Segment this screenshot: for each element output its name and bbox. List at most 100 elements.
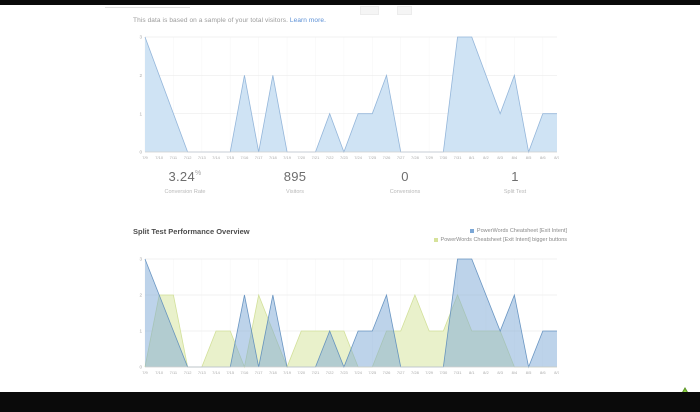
legend-label: PowerWords Cheatsheet [Exit Intent] bigg…	[441, 237, 567, 243]
svg-text:7/28: 7/28	[411, 370, 420, 375]
notice-text: This data is based on a sample of your t…	[133, 17, 288, 24]
svg-text:7/29: 7/29	[425, 370, 434, 375]
svg-text:8/3: 8/3	[497, 370, 503, 375]
svg-text:8/3: 8/3	[497, 155, 503, 160]
sample-data-notice: This data is based on a sample of your t…	[133, 17, 326, 24]
svg-text:7/9: 7/9	[142, 155, 148, 160]
svg-text:8/1: 8/1	[469, 370, 475, 375]
svg-text:1: 1	[139, 111, 142, 116]
svg-text:8/4: 8/4	[512, 370, 518, 375]
cropped-toolbar-box	[360, 6, 379, 15]
svg-text:8/7: 8/7	[554, 370, 559, 375]
svg-text:8/5: 8/5	[526, 155, 532, 160]
svg-text:7/29: 7/29	[425, 155, 434, 160]
svg-text:7/30: 7/30	[439, 155, 448, 160]
learn-more-link[interactable]: Learn more.	[290, 17, 326, 24]
svg-text:8/5: 8/5	[526, 370, 532, 375]
svg-text:8/6: 8/6	[540, 155, 546, 160]
svg-text:7/22: 7/22	[326, 370, 335, 375]
stat-split-test: 1 Split Test	[460, 169, 570, 195]
svg-text:7/20: 7/20	[297, 370, 306, 375]
svg-text:0: 0	[139, 150, 142, 155]
svg-text:7/21: 7/21	[312, 370, 321, 375]
legend-item-control: PowerWords Cheatsheet [Exit Intent]	[434, 226, 567, 235]
visitors-value: 895	[240, 169, 350, 184]
svg-text:7/10: 7/10	[155, 370, 164, 375]
stat-visitors: 895 Visitors	[240, 169, 350, 195]
page-title: Split Test Performance Overview	[133, 227, 250, 236]
svg-text:7/25: 7/25	[368, 370, 377, 375]
svg-text:7/22: 7/22	[326, 155, 335, 160]
chart-legend: PowerWords Cheatsheet [Exit Intent] Powe…	[434, 226, 567, 244]
svg-text:7/9: 7/9	[142, 370, 148, 375]
conversion-rate-value: 3.24	[168, 169, 195, 184]
svg-text:7/14: 7/14	[212, 370, 221, 375]
svg-text:2: 2	[139, 293, 142, 298]
svg-text:8/2: 8/2	[483, 370, 489, 375]
svg-text:7/10: 7/10	[155, 155, 164, 160]
svg-text:7/19: 7/19	[283, 370, 292, 375]
svg-text:7/21: 7/21	[312, 155, 321, 160]
svg-text:3: 3	[139, 35, 142, 40]
cropped-toolbar-line	[105, 7, 190, 8]
svg-text:7/13: 7/13	[198, 155, 207, 160]
cropped-toolbar-box	[397, 6, 412, 15]
dashboard-screen: This data is based on a sample of your t…	[0, 5, 700, 392]
svg-text:7/13: 7/13	[198, 370, 207, 375]
svg-text:7/20: 7/20	[297, 155, 306, 160]
stat-label: Conversion Rate	[130, 189, 240, 195]
stat-conversions: 0 Conversions	[350, 169, 460, 195]
stat-label: Visitors	[240, 189, 350, 195]
svg-text:7/18: 7/18	[269, 370, 278, 375]
svg-text:7/23: 7/23	[340, 370, 349, 375]
svg-text:7/16: 7/16	[241, 155, 250, 160]
svg-text:8/1: 8/1	[469, 155, 475, 160]
svg-text:7/26: 7/26	[383, 155, 392, 160]
svg-text:7/19: 7/19	[283, 155, 292, 160]
letterbox-bottom-bar	[0, 392, 700, 412]
svg-text:7/12: 7/12	[184, 370, 193, 375]
stat-label: Split Test	[460, 189, 570, 195]
svg-text:7/25: 7/25	[368, 155, 377, 160]
svg-text:0: 0	[139, 365, 142, 370]
svg-text:7/15: 7/15	[226, 155, 235, 160]
svg-text:7/30: 7/30	[439, 370, 448, 375]
split-test-value: 1	[460, 169, 570, 184]
percent-suffix: %	[195, 170, 202, 177]
svg-text:1: 1	[139, 329, 142, 334]
svg-text:7/28: 7/28	[411, 155, 420, 160]
svg-text:7/12: 7/12	[184, 155, 193, 160]
svg-text:7/24: 7/24	[354, 370, 363, 375]
split-test-area-chart: 0 1 2 3 7/9 7/10 7/11 7/12 7/13 7/14 7/15 7/16 7/17 7…	[130, 257, 559, 378]
stat-conversion-rate: 3.24% Conversion Rate	[130, 169, 240, 195]
svg-text:7/11: 7/11	[170, 370, 178, 375]
svg-text:7/16: 7/16	[241, 370, 250, 375]
svg-text:8/2: 8/2	[483, 155, 489, 160]
visitors-area-chart: 0 1 2 3 7/9 7/10 7/11 7/12 7/13 7/14 7/15 7/16 7/17 7…	[130, 35, 559, 163]
legend-swatch-blue	[470, 229, 474, 233]
svg-text:7/18: 7/18	[269, 155, 278, 160]
svg-text:7/31: 7/31	[454, 155, 463, 160]
conversions-value: 0	[350, 169, 460, 184]
svg-text:7/27: 7/27	[397, 370, 406, 375]
svg-text:7/24: 7/24	[354, 155, 363, 160]
svg-text:3: 3	[139, 257, 142, 262]
svg-text:8/4: 8/4	[512, 155, 518, 160]
legend-swatch-green	[434, 238, 438, 242]
svg-text:7/17: 7/17	[255, 155, 264, 160]
legend-label: PowerWords Cheatsheet [Exit Intent]	[477, 228, 567, 234]
stats-row: 3.24% Conversion Rate 895 Visitors 0 Con…	[130, 169, 570, 195]
svg-text:7/27: 7/27	[397, 155, 406, 160]
svg-text:7/26: 7/26	[383, 370, 392, 375]
svg-text:8/7: 8/7	[554, 155, 559, 160]
svg-text:7/15: 7/15	[226, 370, 235, 375]
legend-item-variant: PowerWords Cheatsheet [Exit Intent] bigg…	[434, 235, 567, 244]
svg-text:7/17: 7/17	[255, 370, 264, 375]
svg-text:7/14: 7/14	[212, 155, 221, 160]
svg-text:7/11: 7/11	[170, 155, 178, 160]
stat-label: Conversions	[350, 189, 460, 195]
svg-text:7/23: 7/23	[340, 155, 349, 160]
svg-text:2: 2	[139, 73, 142, 78]
svg-text:8/6: 8/6	[540, 370, 546, 375]
svg-text:7/31: 7/31	[454, 370, 463, 375]
